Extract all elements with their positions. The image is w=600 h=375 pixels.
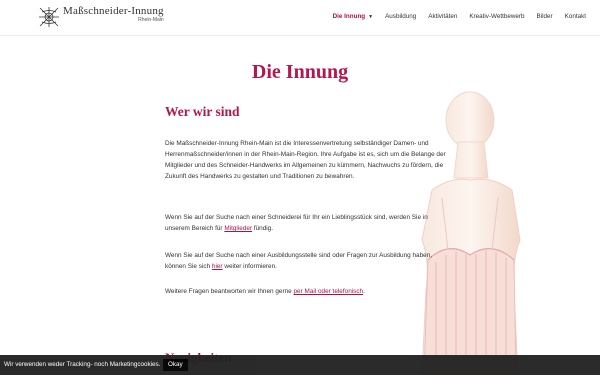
contact-link[interactable]: per Mail oder telefonisch [293, 288, 363, 295]
nav-item-aktivitaeten[interactable]: Aktivitäten [428, 13, 457, 20]
nav-item-die-innung[interactable]: Die Innung ▼ [333, 13, 373, 20]
chevron-down-icon: ▼ [368, 14, 374, 20]
section-title: Wer wir sind [165, 104, 240, 119]
cookie-text: Wir verwenden weder Tracking- noch Marke… [4, 361, 161, 368]
nav-item-kreativ-wettbewerb[interactable]: Kreativ-Wettbewerb [469, 13, 524, 20]
paragraph-text: Weitere Fragen beantworten wir Ihnen ger… [165, 288, 294, 295]
nav-item-kontakt[interactable]: Kontakt [565, 13, 586, 20]
contact-paragraph: Weitere Fragen beantworten wir Ihnen ger… [165, 286, 450, 297]
cookie-banner: Wir verwenden weder Tracking- noch Marke… [0, 355, 600, 375]
paragraph-text: Wenn Sie auf der Suche nach einer Schnei… [165, 214, 428, 233]
intro-paragraph: Die Maßschneider-Innung Rhein-Main ist d… [165, 140, 446, 181]
logo-subtitle: Rhein-Main [138, 17, 164, 23]
paragraph-text: fündig. [252, 225, 274, 233]
nav-item-label: Die Innung [332, 13, 366, 20]
needle-thread-logo-icon [39, 7, 59, 27]
logo-name: Maßschneider-Innung [63, 5, 164, 17]
paragraph-text: weiter informieren. [222, 263, 277, 271]
paragraph-text: Wenn Sie auf der Suche nach einer Ausbil… [165, 252, 433, 271]
members-link[interactable]: Mitglieder [224, 225, 252, 232]
nav-item-ausbildung[interactable]: Ausbildung [385, 13, 416, 20]
training-paragraph: Wenn Sie auf der Suche nach einer Ausbil… [165, 250, 450, 272]
paragraph-text: . [363, 288, 365, 295]
page-title: Die Innung [251, 61, 349, 83]
main-navigation: Die Innung ▼ Ausbildung Aktivitäten Kreat… [333, 13, 586, 20]
cookie-okay-button[interactable]: Okay [163, 359, 188, 371]
members-paragraph: Wenn Sie auf der Suche nach einer Schnei… [165, 212, 450, 234]
nav-item-bilder[interactable]: Bilder [537, 13, 553, 20]
training-link[interactable]: hier [212, 263, 223, 270]
logo[interactable]: Maßschneider-Innung Rhein-Main [38, 6, 164, 28]
site-header: Maßschneider-Innung Rhein-Main Die Innun… [0, 0, 600, 36]
